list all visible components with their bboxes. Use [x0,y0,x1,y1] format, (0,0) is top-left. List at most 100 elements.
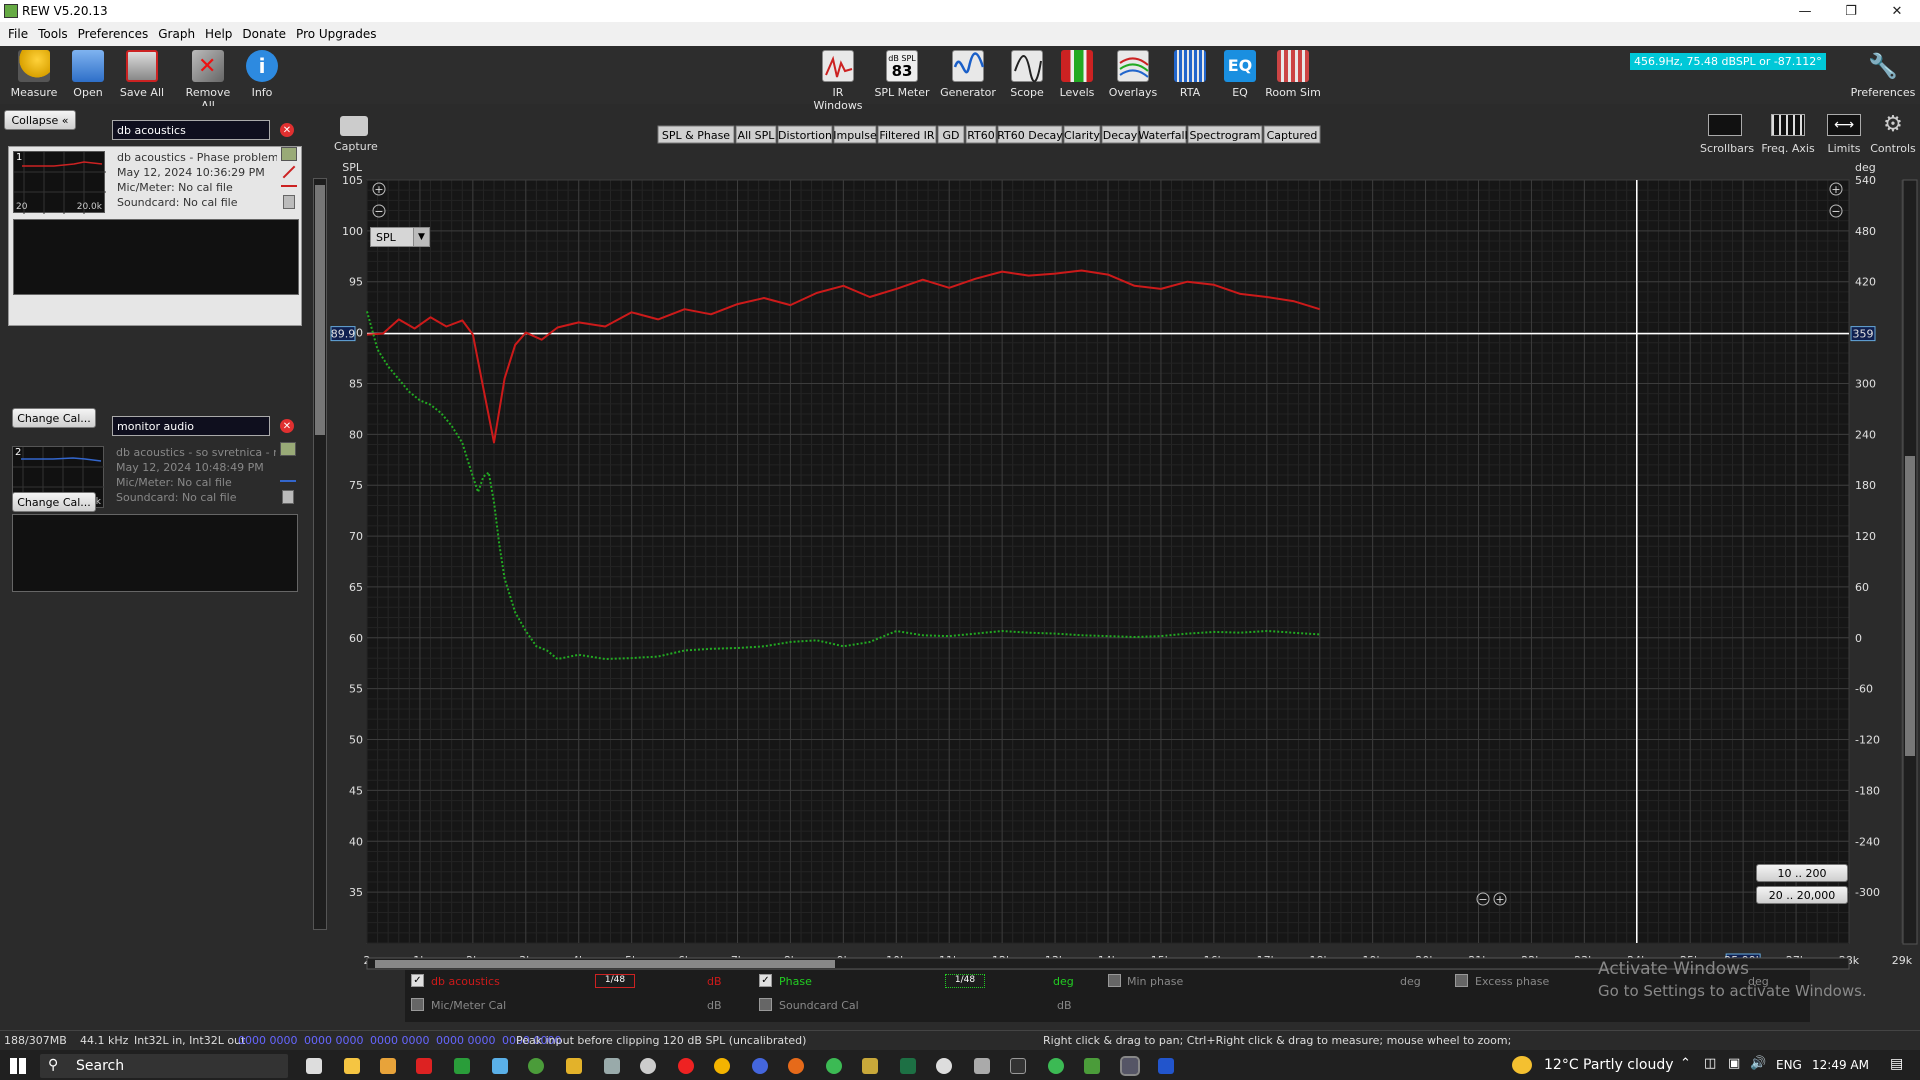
measurement-1-color-icon[interactable] [281,185,297,187]
measurement-2-color-icon[interactable] [280,480,296,482]
ir-windows-button[interactable]: IR Windows [808,50,868,112]
range-20-20000-button[interactable]: 20 .. 20,000 [1756,886,1848,904]
rew-window-icon[interactable] [1120,1056,1140,1076]
measure-button[interactable]: Measure [4,50,64,99]
app-bird-icon[interactable] [604,1058,620,1074]
opera-icon[interactable] [678,1058,694,1074]
menu-file[interactable]: File [8,27,28,41]
app-circle-icon[interactable] [936,1058,952,1074]
task-view-icon[interactable] [306,1058,322,1074]
y-left-tick-label: 100 [342,225,363,238]
menu-help[interactable]: Help [205,27,232,41]
generator-button[interactable]: Generator [938,50,998,99]
measurement-2-card[interactable]: 2 20 20.0k db acoustics - so svretnica -… [8,442,302,596]
measurement-2-notes-icon[interactable] [282,490,294,504]
save-all-button[interactable]: Save All [112,50,172,99]
db-acoustics-checkbox[interactable]: ✓ [411,974,424,987]
measurement-2-edit-icon[interactable] [280,442,296,456]
open-button[interactable]: Open [58,50,118,99]
app-doc-icon[interactable] [862,1058,878,1074]
rew-tray-icon[interactable] [528,1058,544,1074]
y-left-tick-label: 45 [349,784,363,797]
menu-preferences[interactable]: Preferences [78,27,149,41]
restore-button[interactable]: ❐ [1828,0,1874,22]
measurement-2-remove-icon[interactable]: ✕ [280,419,294,433]
measurement-1-edit-icon[interactable] [281,147,297,161]
phase-checkbox[interactable]: ✓ [759,974,772,987]
rew-launcher-icon[interactable] [1084,1058,1100,1074]
app-printer-icon[interactable] [974,1058,990,1074]
app-terminal-icon[interactable] [1010,1058,1026,1074]
weather-text[interactable]: 12°C Partly cloudy [1544,1057,1674,1073]
measurement-1-thumbnail: 1 20 20.0k [13,151,106,214]
acrobat-icon[interactable] [416,1058,432,1074]
measurement-1-notes-area[interactable] [13,219,299,295]
measurement-1-card[interactable]: 1 20 20.0k db acoustics - Phase problem.… [8,146,302,326]
status-peak-input: Peak input before clipping 120 dB SPL (u… [516,1034,807,1047]
measurement-1-notes-icon[interactable] [283,195,295,209]
notes-app-icon[interactable] [344,1058,360,1074]
overlays-button[interactable]: Overlays [1103,50,1163,99]
excess-phase-checkbox[interactable] [1455,974,1468,987]
change-cal-button-2[interactable]: Change Cal... [12,492,96,512]
measurement-2-index: 2 [15,447,22,458]
mic-meter-cal-checkbox[interactable] [411,998,424,1011]
tray-chevron-icon[interactable]: ⌃ [1680,1056,1691,1071]
windows-start-icon[interactable] [10,1058,26,1074]
measurement-1-name-field[interactable]: db acoustics [112,120,270,140]
measurement-1-date: May 12, 2024 10:36:29 PM [117,166,265,179]
measurement-2-name-field[interactable]: monitor audio [112,416,270,436]
measurement-1-remove-icon[interactable]: ✕ [280,123,294,137]
calculator-icon[interactable] [380,1058,396,1074]
cursor-spl-label: 89.9 [331,328,356,341]
spl-meter-button[interactable]: dB SPL 83 SPL Meter [872,50,932,99]
menu-pro-upgrades[interactable]: Pro Upgrades [296,27,376,41]
app-orb-icon[interactable] [752,1058,768,1074]
spl-vertical-scrollbar[interactable] [313,178,327,930]
y-right-tick-label: -60 [1855,683,1873,696]
settings-icon[interactable] [640,1058,656,1074]
excel-icon[interactable] [900,1058,916,1074]
spl-dropdown[interactable]: SPL ▼ [370,227,430,247]
x-scroll-thumb[interactable] [375,960,835,968]
min-phase-checkbox[interactable] [1108,974,1121,987]
remove-all-button[interactable]: ✕ Remove All [178,50,238,112]
change-cal-button-1[interactable]: Change Cal... [12,408,96,428]
minimize-button[interactable]: — [1782,0,1828,22]
chrome-icon[interactable] [714,1058,730,1074]
firefox-icon[interactable] [788,1058,804,1074]
measurement-1-mic-cal: Mic/Meter: No cal file [117,181,233,194]
levels-button[interactable]: Levels [1047,50,1107,99]
network-icon[interactable]: ◫ [1704,1056,1716,1071]
display-icon[interactable]: ▣ [1728,1056,1740,1071]
menu-graph[interactable]: Graph [158,27,195,41]
chrome-3-icon[interactable] [1048,1058,1064,1074]
chrome-2-icon[interactable] [826,1058,842,1074]
range-10-200-button[interactable]: 10 .. 200 [1756,864,1848,882]
spl-smoothing-indicator[interactable]: 1/48 [595,974,635,988]
app-book-icon[interactable] [1158,1058,1174,1074]
phase-scroll-thumb[interactable] [1905,456,1915,756]
info-button[interactable]: i Info [232,50,292,99]
measurement-2-notes-area[interactable] [12,514,298,592]
clock[interactable]: 12:49 AM [1812,1058,1869,1072]
menu-donate[interactable]: Donate [242,27,286,41]
language-indicator[interactable]: ENG [1776,1058,1802,1072]
app-blue-icon[interactable] [492,1058,508,1074]
phase-smoothing-indicator[interactable]: 1/48 [945,974,985,988]
collapse-button[interactable]: Collapse « [4,110,76,130]
file-explorer-icon[interactable] [566,1058,582,1074]
rta-icon [1174,50,1206,82]
preferences-button[interactable]: 🔧 Preferences [1848,50,1918,99]
spl-scroll-thumb[interactable] [315,185,325,435]
volume-icon[interactable]: 🔊 [1750,1056,1766,1071]
notifications-icon[interactable]: ▤ [1890,1056,1903,1072]
spl-phase-graph[interactable]: SPL & Phase All SPL Distortion Impulse Filte… [330,120,1920,980]
room-sim-button[interactable]: Room Sim [1260,50,1326,99]
app-green-icon[interactable] [454,1058,470,1074]
menu-tools[interactable]: Tools [38,27,68,41]
taskbar-search-box[interactable]: ⚲ Search [40,1054,288,1078]
soundcard-cal-checkbox[interactable] [759,998,772,1011]
close-button[interactable]: ✕ [1874,0,1920,22]
measurement-1-pen-icon[interactable] [282,165,296,179]
